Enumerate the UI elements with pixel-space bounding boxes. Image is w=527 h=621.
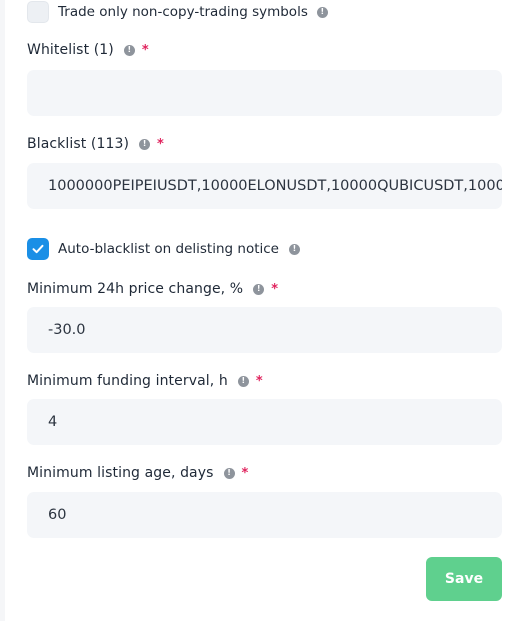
auto-blacklist-row: Auto-blacklist on delisting notice ! [27,238,300,260]
min-listing-age-field[interactable]: 60 [27,492,502,538]
blacklist-label: Blacklist (113) [27,136,130,152]
required-mark: * [271,281,278,297]
info-icon[interactable]: ! [253,283,265,295]
min-funding-label: Minimum funding interval, h [27,373,228,389]
required-mark: * [141,42,149,58]
non-copy-trading-label: Trade only non-copy-trading symbols [58,4,308,20]
whitelist-field[interactable] [27,70,502,116]
auto-blacklist-checkbox[interactable] [27,238,49,260]
whitelist-label: Whitelist (1) [27,42,114,58]
min-funding-field[interactable]: 4 [27,399,502,445]
checkmark-icon [32,244,44,254]
info-icon[interactable]: ! [123,44,135,56]
min-listing-age-label-row: Minimum listing age, days ! * [27,465,248,481]
min-price-change-field[interactable]: -30.0 [27,307,502,353]
min-funding-label-row: Minimum funding interval, h ! * [27,373,263,389]
min-price-change-label: Minimum 24h price change, % [27,281,244,297]
blacklist-field[interactable]: 1000000PEIPEIUSDT,10000ELONUSDT,10000QUB… [27,163,502,209]
min-price-change-label-row: Minimum 24h price change, % ! * [27,281,278,297]
auto-blacklist-label: Auto-blacklist on delisting notice [58,241,279,257]
info-icon[interactable]: ! [237,375,249,387]
non-copy-trading-checkbox[interactable] [27,1,49,23]
info-icon[interactable]: ! [316,6,328,18]
info-icon[interactable]: ! [223,467,235,479]
required-mark: * [157,136,164,152]
save-button[interactable]: Save [426,557,502,601]
required-mark: * [255,373,263,389]
required-mark: * [241,465,249,481]
blacklist-label-row: Blacklist (113) ! * [27,136,164,152]
whitelist-label-row: Whitelist (1) ! * [27,42,149,58]
min-listing-age-label: Minimum listing age, days [27,465,214,481]
info-icon[interactable]: ! [139,138,151,150]
non-copy-trading-row: Trade only non-copy-trading symbols ! [27,1,328,23]
info-icon[interactable]: ! [288,243,300,255]
